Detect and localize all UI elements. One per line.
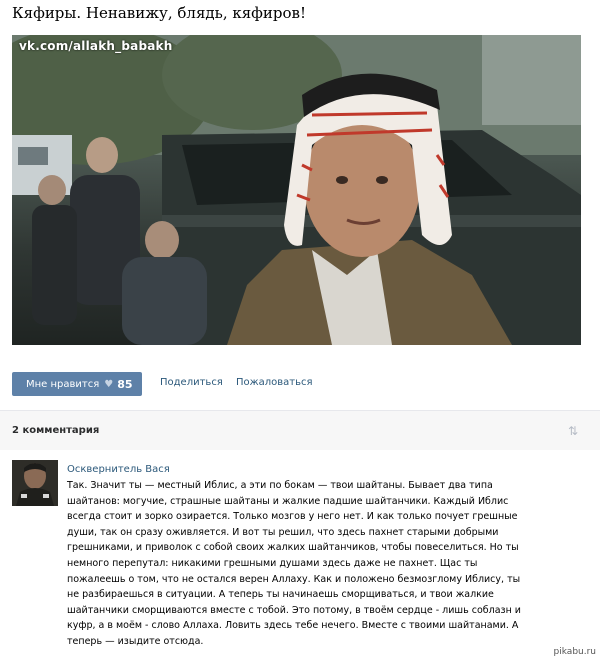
post-actions: Мне нравится ♥ 85 Поделиться Пожаловатьс…: [12, 372, 592, 396]
comment-text: Так. Значит ты — местный Иблис, а эти по…: [67, 480, 521, 647]
post-title: Кяфиры. Ненавижу, блядь, кяфиров!: [12, 4, 307, 22]
site-watermark: pikabu.ru: [553, 647, 596, 657]
like-button[interactable]: Мне нравится ♥ 85: [12, 372, 142, 396]
report-link[interactable]: Пожаловаться: [236, 377, 313, 388]
comments-header: 2 комментария ⇅: [0, 410, 600, 450]
share-link[interactable]: Поделиться: [160, 377, 223, 388]
post-image[interactable]: vk.com/allakh_babakh: [12, 35, 581, 345]
image-watermark: vk.com/allakh_babakh: [19, 39, 173, 53]
heart-icon: ♥: [104, 378, 114, 390]
like-count: 85: [117, 377, 133, 391]
avatar-image: [12, 460, 58, 506]
comment-author[interactable]: Осквернитель Вася: [67, 464, 170, 475]
like-label: Мне нравится: [26, 378, 100, 390]
photo-illustration: [12, 35, 581, 345]
avatar[interactable]: [12, 460, 58, 506]
comments-count: 2 комментария: [12, 425, 100, 436]
sort-arrows-icon[interactable]: ⇅: [568, 424, 578, 438]
